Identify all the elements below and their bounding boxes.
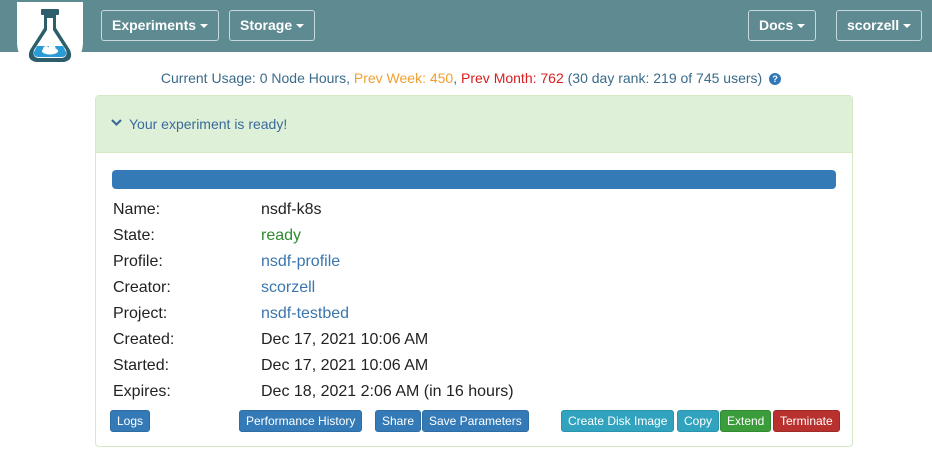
create-disk-image-button[interactable]: Create Disk Image (561, 410, 675, 432)
help-icon[interactable]: ? (769, 73, 782, 85)
detail-value: Dec 18, 2021 2:06 AM (in 16 hours) (261, 383, 514, 400)
app-logo[interactable] (17, 2, 83, 75)
user-menu[interactable]: scorzell (836, 10, 923, 41)
extend-button[interactable]: Extend (720, 410, 772, 432)
progress-bar-fill (112, 170, 836, 189)
detail-value[interactable]: nsdf-profile (261, 252, 340, 272)
storage-menu[interactable]: Storage (229, 10, 316, 41)
prev-month-usage: Prev Month: 762 (461, 70, 564, 86)
detail-value[interactable]: nsdf-testbed (261, 304, 349, 324)
experiments-menu[interactable]: Experiments (101, 10, 220, 41)
usage-summary: Current Usage: 0 Node Hours, Prev Week: … (0, 70, 932, 86)
detail-label: Profile: (113, 253, 163, 270)
detail-value[interactable]: scorzell (261, 278, 315, 298)
caret-down-icon (797, 24, 806, 29)
experiments-menu-label: Experiments (112, 17, 197, 33)
storage-menu-label: Storage (240, 17, 293, 33)
logs-button[interactable]: Logs (110, 410, 151, 432)
progress-bar (112, 170, 836, 189)
terminate-button[interactable]: Terminate (773, 410, 840, 432)
detail-label: State: (113, 227, 155, 244)
detail-value: nsdf-k8s (261, 201, 322, 218)
caret-down-icon (903, 24, 912, 29)
caret-down-icon (200, 24, 209, 29)
flask-icon (28, 9, 72, 62)
usage-rank: (30 day rank: 219 of 745 users) (567, 70, 763, 86)
current-usage: Current Usage: 0 Node Hours, (160, 70, 350, 86)
detail-value: Dec 17, 2021 10:06 AM (261, 331, 429, 348)
status-title: Your experiment is ready! (129, 116, 288, 132)
experiment-status-panel: Your experiment is ready! Name: nsdf-k8s S… (95, 95, 853, 447)
caret-down-icon (296, 24, 305, 29)
performance-history-button[interactable]: Performance History (239, 410, 363, 432)
detail-label: Created: (113, 331, 175, 348)
docs-menu[interactable]: Docs (748, 10, 817, 41)
copy-button[interactable]: Copy (677, 410, 720, 432)
detail-value: Dec 17, 2021 10:06 AM (261, 357, 429, 374)
chevron-down-icon (111, 119, 122, 127)
user-menu-label: scorzell (847, 17, 900, 33)
detail-label: Creator: (113, 279, 171, 296)
detail-label: Project: (113, 305, 168, 322)
status-panel-heading[interactable]: Your experiment is ready! (96, 96, 852, 153)
detail-label: Name: (113, 201, 161, 218)
share-button[interactable]: Share (375, 410, 422, 432)
prev-week-usage: Prev Week: 450 (353, 70, 454, 86)
detail-label: Started: (113, 357, 170, 374)
detail-label: Expires: (113, 383, 171, 400)
top-navbar: Experiments Storage Docs scorzell (0, 0, 932, 75)
detail-value: ready (261, 227, 302, 244)
docs-menu-label: Docs (759, 17, 794, 33)
save-parameters-button[interactable]: Save Parameters (422, 410, 529, 432)
